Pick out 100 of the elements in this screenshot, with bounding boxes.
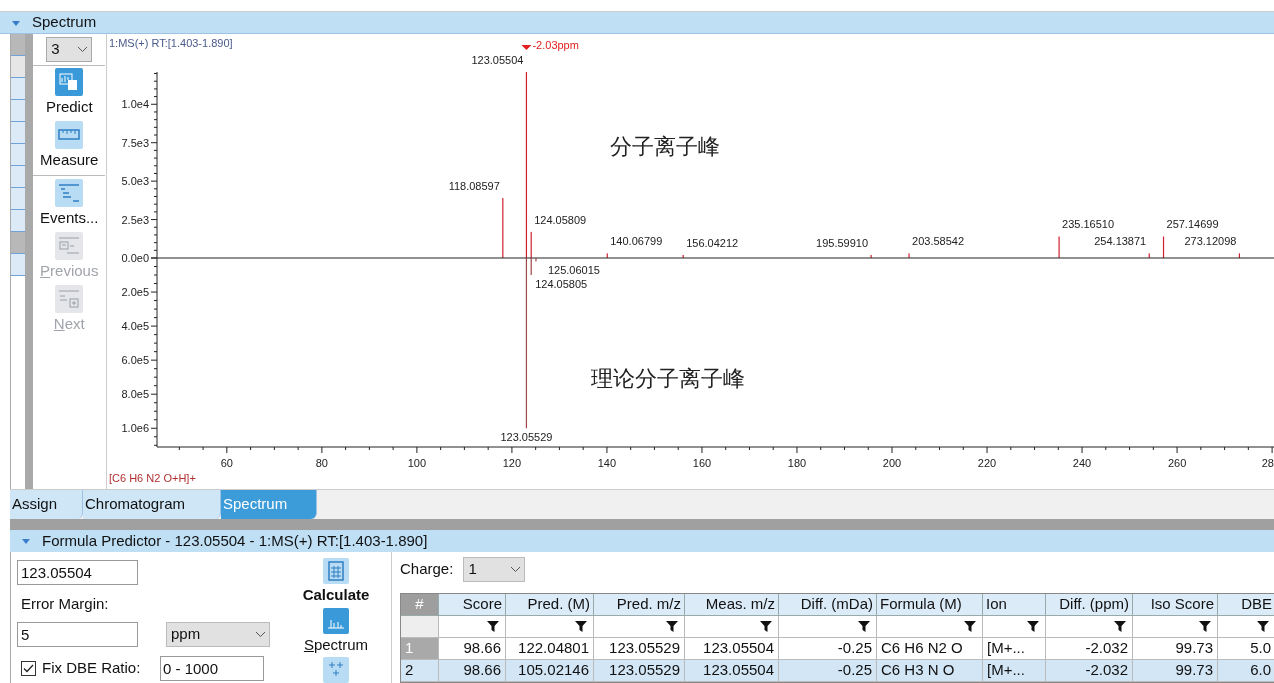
scan-title: 1:MS(+) RT:[1.403-1.890]: [109, 36, 233, 51]
charge-select[interactable]: 1: [463, 557, 526, 582]
axis-label: 2.0e5: [121, 286, 149, 299]
error-input[interactable]: 5: [17, 621, 138, 647]
field-label: Charge:: [400, 559, 454, 580]
peak-label: 203.58542: [912, 235, 965, 248]
column-header[interactable]: Diff. (mDa): [779, 594, 877, 616]
axis-label: 220: [977, 457, 997, 469]
action-button[interactable]: Calculate: [302, 558, 370, 607]
table-cell: 99.73: [1133, 660, 1218, 682]
tab[interactable]: Assign: [10, 490, 83, 519]
mass-input[interactable]: 123.05504: [17, 560, 138, 585]
panel-title: Formula Predictor - 123.05504 - 1:MS(+) RT:[1.403-1.890]: [42, 530, 428, 551]
strip-cell: [11, 210, 25, 232]
peak-label: 124.05809: [534, 213, 587, 226]
axis-label: 120: [502, 457, 522, 469]
tool-button[interactable]: Events...: [33, 179, 106, 232]
strip-cell: [11, 254, 25, 276]
column-header[interactable]: Pred. (M): [506, 594, 594, 616]
filter-icon[interactable]: [760, 621, 772, 632]
table-cell: C6 H3 N O: [877, 660, 983, 682]
peak-label: 123.05504: [471, 54, 524, 66]
tool-button[interactable]: Measure: [33, 121, 106, 174]
chevron-down-icon: [256, 631, 265, 637]
column-header[interactable]: Score: [439, 594, 506, 616]
strip-cell: [11, 122, 25, 144]
filter-icon[interactable]: [1114, 621, 1126, 632]
axis-label: 80: [315, 457, 328, 469]
column-header[interactable]: Ion: [983, 594, 1046, 616]
action-button[interactable]: Spectrum: [303, 607, 369, 656]
annotation-text: 理论分子离子峰: [591, 365, 745, 393]
column-header[interactable]: Iso Score: [1133, 594, 1218, 616]
column-header[interactable]: Pred. m/z: [594, 594, 685, 616]
filter-icon[interactable]: [858, 621, 870, 632]
table-cell: -2.032: [1046, 660, 1133, 682]
peak-label: 195.59910: [816, 236, 869, 249]
annotation-text: 分子离子峰: [610, 133, 720, 161]
tab[interactable]: Chromatogram: [83, 490, 221, 519]
column-header[interactable]: DBE: [1218, 594, 1274, 616]
calculator-icon: [323, 558, 349, 584]
peak-label: 123.05529: [500, 431, 553, 444]
axis-label: 260: [1167, 457, 1187, 469]
filter-icon[interactable]: [666, 621, 678, 632]
peak-label: 156.04212: [686, 236, 739, 249]
collapse-caret-icon[interactable]: [22, 537, 30, 545]
axis-label: 160: [692, 457, 712, 469]
chevron-down-icon: [511, 567, 521, 572]
table-row[interactable]: 2 98.66 105.02146 123.05529 123.05504 -0.25 C6 H3 N O [M+... -2.032 99.73 6.0: [401, 660, 1274, 682]
strip-cell: [11, 100, 25, 122]
axis-label: 0.0e0: [121, 252, 149, 264]
peak-label: 125.06015: [547, 264, 600, 277]
filter-icon[interactable]: [1257, 621, 1269, 632]
axis-label: 28: [1261, 457, 1274, 469]
strip-cell: [11, 78, 25, 100]
table-cell: 123.05529: [594, 660, 685, 682]
table-row[interactable]: 1 98.66 122.04801 123.05529 123.05504 -0.25 C6 H6 N2 O [M+... -2.032 99.73 5.0: [401, 638, 1274, 660]
scan-select[interactable]: 3: [46, 37, 93, 62]
list-minus-icon: [55, 232, 84, 260]
axis-label: 100: [407, 457, 427, 469]
chart-calculator-icon: [55, 68, 84, 96]
axis-label: 1.0e6: [121, 422, 149, 435]
tool-button[interactable]: Predict: [33, 68, 106, 121]
axis-label: 2.5e3: [121, 213, 149, 226]
collapse-caret-icon[interactable]: [12, 18, 20, 27]
filter-icon[interactable]: [487, 621, 499, 632]
filter-cell[interactable]: [401, 616, 439, 638]
checkbox-label: Fix DBE Ratio:: [42, 657, 142, 678]
axis-label: 5.0e3: [121, 175, 149, 188]
filter-icon[interactable]: [964, 621, 976, 632]
peak-label: 140.06799: [610, 235, 663, 248]
axis-label: 180: [787, 457, 807, 469]
axis-label: 6.0e5: [121, 354, 149, 367]
strip-cell: [11, 188, 25, 210]
peak-label: 254.13871: [1094, 235, 1147, 248]
table-cell: [M+...: [983, 660, 1046, 682]
axis-label: 7.5e3: [121, 136, 149, 149]
strip-cell: [11, 232, 25, 254]
table-cell: -0.25: [779, 660, 877, 682]
strip-cell: [11, 166, 25, 188]
axis-label: 4.0e5: [121, 320, 149, 333]
axis-label: 8.0e5: [121, 388, 149, 401]
table-cell: 105.02146: [506, 660, 594, 682]
table-cell: 1: [401, 638, 439, 660]
ppm-label: -2.03ppm: [532, 39, 579, 51]
dbe-range-input[interactable]: 0 - 1000: [160, 655, 264, 681]
axis-label: 140: [597, 457, 617, 469]
marker-icon: [521, 45, 532, 50]
peak-bar: [1162, 236, 1165, 258]
filter-icon[interactable]: [1027, 621, 1039, 632]
table-cell: 123.05504: [685, 660, 779, 682]
dbe-checkbox[interactable]: [21, 660, 36, 676]
column-header[interactable]: Formula (M): [877, 594, 983, 616]
peak-label: 257.14699: [1166, 218, 1219, 231]
list-icon: [55, 179, 84, 207]
filter-icon[interactable]: [575, 621, 587, 632]
unit-select[interactable]: ppm: [166, 621, 270, 647]
peak-label: 273.12098: [1184, 235, 1237, 248]
column-header[interactable]: Meas. m/z: [685, 594, 779, 616]
filter-icon[interactable]: [1199, 621, 1211, 632]
column-header[interactable]: Diff. (ppm): [1046, 594, 1133, 616]
